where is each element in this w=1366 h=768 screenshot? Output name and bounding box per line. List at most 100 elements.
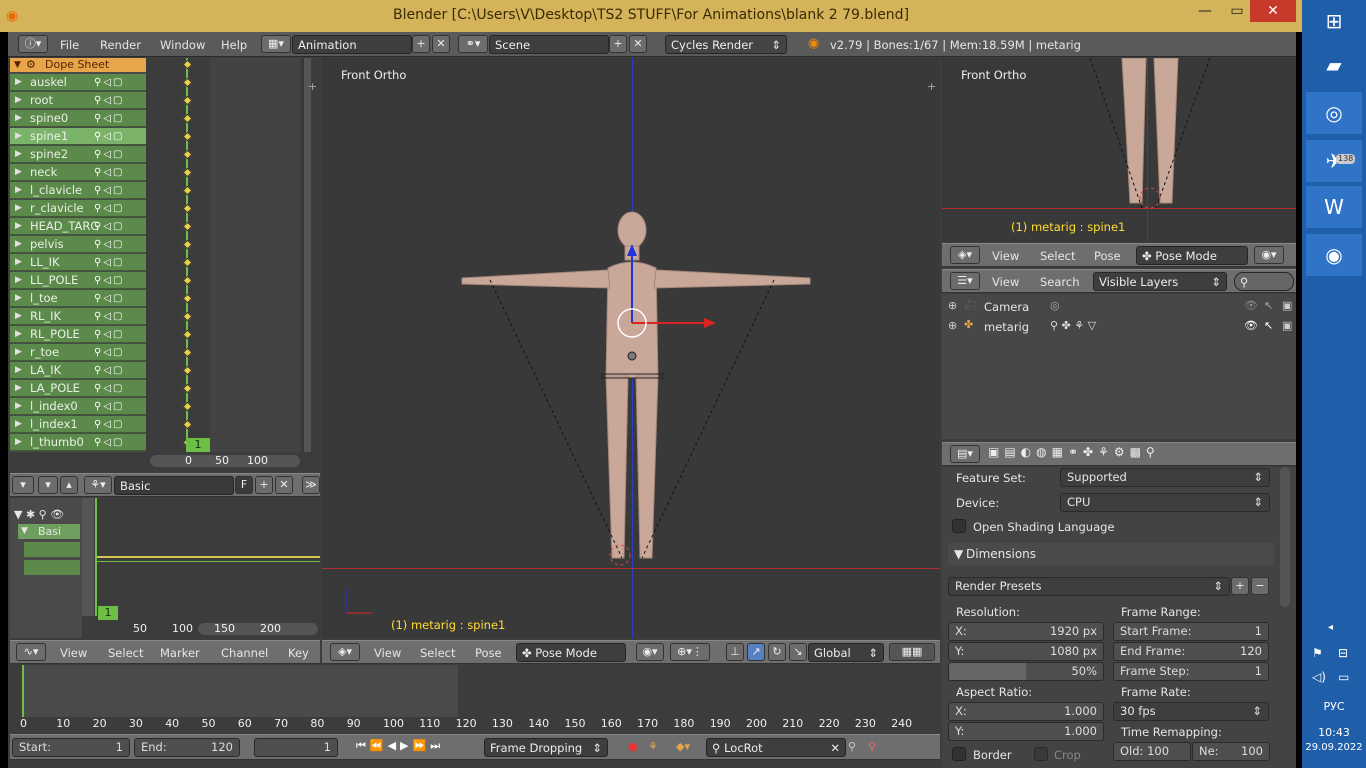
start-button[interactable]: ⊞ (1306, 0, 1362, 40)
channel-row[interactable]: ▶ LL_POLE ⚲◁▢ (10, 272, 146, 289)
add-scene-button[interactable]: + (609, 35, 627, 53)
channel-row[interactable]: ▶ l_toe ⚲◁▢ (10, 290, 146, 307)
channel-row[interactable]: ▶ root ⚲◁▢ (10, 92, 146, 109)
aspect-x-field[interactable]: X: 1.000 (948, 702, 1104, 721)
tray-flag-icon[interactable]: ⚑ (1312, 646, 1323, 660)
channel-row[interactable]: ▶ LL_IK ⚲◁▢ (10, 254, 146, 271)
delete-keyframe-icon[interactable]: ⚲ (868, 740, 876, 753)
menu-window[interactable]: Window (160, 38, 205, 52)
sync-mode-select[interactable]: Frame Dropping ⇕ (484, 738, 608, 757)
chrome-icon[interactable]: ◎ (1306, 92, 1362, 134)
expand-icon[interactable]: ▶ (15, 398, 22, 415)
menu-view[interactable]: View (374, 646, 401, 660)
layers-grid[interactable]: ▦▦ (889, 643, 935, 661)
properties-tabs[interactable]: ▣▤◐◍▦⚭✤⚘⚙▩⚲ (988, 445, 1204, 464)
expand-icon[interactable]: ▶ (15, 164, 22, 181)
select-icon[interactable]: ↖ (1264, 319, 1273, 332)
expand-icon[interactable]: ▶ (15, 182, 22, 199)
keying-set-select[interactable]: ⚲ LocRot ✕ (706, 738, 846, 757)
channel-row[interactable]: ▶ r_clavicle ⚲◁▢ (10, 200, 146, 217)
orientation-select[interactable]: Global ⇕ (808, 643, 884, 662)
viewport-3d[interactable]: Front Ortho + + (1) metarig : spine1 (308, 58, 940, 638)
channel-toggle-icons[interactable]: ⚲◁▢ (94, 326, 124, 343)
channel-row[interactable]: ▶ l_index0 ⚲◁▢ (10, 398, 146, 415)
insert-keyframe-icon[interactable]: ⚲ (848, 740, 856, 753)
expand-icon[interactable]: ▶ (15, 362, 22, 379)
menu-view[interactable]: View (60, 646, 87, 660)
minimize-button[interactable]: — (1190, 0, 1220, 22)
channel-row[interactable]: ▶ LA_IK ⚲◁▢ (10, 362, 146, 379)
channel-row[interactable]: ▶ LA_POLE ⚲◁▢ (10, 380, 146, 397)
add-layout-button[interactable]: + (412, 35, 430, 53)
channel-toggle-icons[interactable]: ⚲◁▢ (94, 290, 124, 307)
menu-pose[interactable]: Pose (475, 646, 502, 660)
channel-toggle-icons[interactable]: ⚲◁▢ (94, 362, 124, 379)
keying-icon[interactable]: ⚘ (648, 740, 658, 753)
channel-row[interactable]: ▶ pelvis ⚲◁▢ (10, 236, 146, 253)
expand-icon[interactable]: ▶ (15, 92, 22, 109)
render-icon[interactable]: ▣ (1282, 319, 1292, 332)
channel-toggle-icons[interactable]: ⚲◁▢ (94, 380, 124, 397)
nla-toolbar-icons[interactable]: ▼ ✱ ⚲ 👁 (14, 508, 64, 521)
end-frame-field[interactable]: End Frame: 120 (1113, 642, 1269, 661)
current-frame-badge[interactable]: 1 (186, 438, 210, 452)
device-select[interactable]: CPU ⇕ (1060, 493, 1270, 512)
menu-select[interactable]: Select (420, 646, 455, 660)
record-icon[interactable]: ● (628, 740, 638, 753)
menu-select[interactable]: Select (1040, 249, 1075, 263)
channel-row[interactable]: ▶ spine2 ⚲◁▢ (10, 146, 146, 163)
clock-date[interactable]: 29.09.2022 (1302, 742, 1366, 753)
keying-set-field[interactable]: Basic (114, 476, 234, 495)
channel-row[interactable]: ▶ HEAD_TARG ⚲◁▢ (10, 218, 146, 235)
up-arrow-icon[interactable]: ▴ (60, 476, 78, 494)
expand-icon[interactable]: ▶ (15, 254, 22, 271)
channel-toggle-icons[interactable]: ⚲◁▢ (94, 182, 124, 199)
current-frame-field[interactable]: 1 (254, 738, 338, 757)
mode-select[interactable]: ✤ Pose Mode (1136, 246, 1248, 265)
view3d-editor-icon[interactable]: ◈▾ (950, 246, 980, 264)
menu-file[interactable]: File (60, 38, 79, 52)
expand-icon[interactable]: ▶ (15, 200, 22, 217)
res-y-field[interactable]: Y: 1080 px (948, 642, 1104, 661)
mode-select[interactable]: ✤ Pose Mode (516, 643, 626, 662)
display-mode-select[interactable]: Visible Layers ⇕ (1093, 272, 1227, 291)
osl-checkbox[interactable] (952, 519, 966, 533)
volume-icon[interactable]: ◁) (1312, 670, 1326, 684)
language-indicator[interactable]: РУС (1302, 700, 1366, 713)
border-checkbox[interactable] (952, 747, 966, 761)
viewport-small[interactable]: Front Ortho (1) metarig : spine1 (942, 58, 1296, 242)
channel-toggle-icons[interactable]: ⚲◁▢ (94, 218, 124, 235)
dimensions-panel-header[interactable]: ▼ Dimensions (948, 543, 1274, 565)
nla-frame-badge[interactable]: 1 (98, 606, 118, 620)
select-icon[interactable]: ↖ (1264, 299, 1273, 312)
blender-taskbar-icon[interactable]: ◉ (1306, 234, 1362, 276)
battery-icon[interactable]: ▭ (1338, 670, 1349, 684)
expand-icon[interactable]: ⊕ (948, 299, 957, 312)
scale-icon[interactable]: ↘ (789, 643, 807, 661)
channel-toggle-icons[interactable]: ⚲◁▢ (94, 128, 124, 145)
expand-icon[interactable]: ▶ (15, 110, 22, 127)
channel-toggle-icons[interactable]: ⚲◁▢ (94, 92, 124, 109)
channel-toggle-icons[interactable]: ⚲◁▢ (94, 398, 124, 415)
expand-icon[interactable]: ▶ (15, 236, 22, 253)
keyframe-type-icon[interactable]: ◆▾ (676, 740, 690, 753)
translate-icon[interactable]: ↗ (747, 643, 765, 661)
expand-icon[interactable]: ▶ (15, 326, 22, 343)
view3d-editor-icon[interactable]: ◈▾ (330, 643, 360, 661)
properties-scrollbar[interactable] (1280, 467, 1290, 607)
dopesheet-scrollbar[interactable] (303, 58, 311, 470)
expand-icon[interactable]: ▶ (15, 416, 22, 433)
channel-toggle-icons[interactable]: ⚲◁▢ (94, 200, 124, 217)
layout-icon[interactable]: ▦▾ (261, 35, 291, 53)
menu-select[interactable]: Select (108, 646, 143, 660)
outliner-item-label[interactable]: Camera (984, 300, 1029, 314)
properties-editor-icon[interactable]: ▤▾ (950, 445, 980, 463)
expand-icon[interactable]: ▶ (15, 74, 22, 91)
menu-view[interactable]: View (992, 275, 1019, 289)
channel-row[interactable]: ▶ r_toe ⚲◁▢ (10, 344, 146, 361)
expand-icon[interactable]: ▶ (15, 380, 22, 397)
channel-row[interactable]: ▶ RL_POLE ⚲◁▢ (10, 326, 146, 343)
frame-rate-select[interactable]: 30 fps ⇕ (1113, 702, 1269, 721)
editor-type-icon[interactable]: ▾ (12, 476, 34, 494)
menu-view[interactable]: View (992, 249, 1019, 263)
